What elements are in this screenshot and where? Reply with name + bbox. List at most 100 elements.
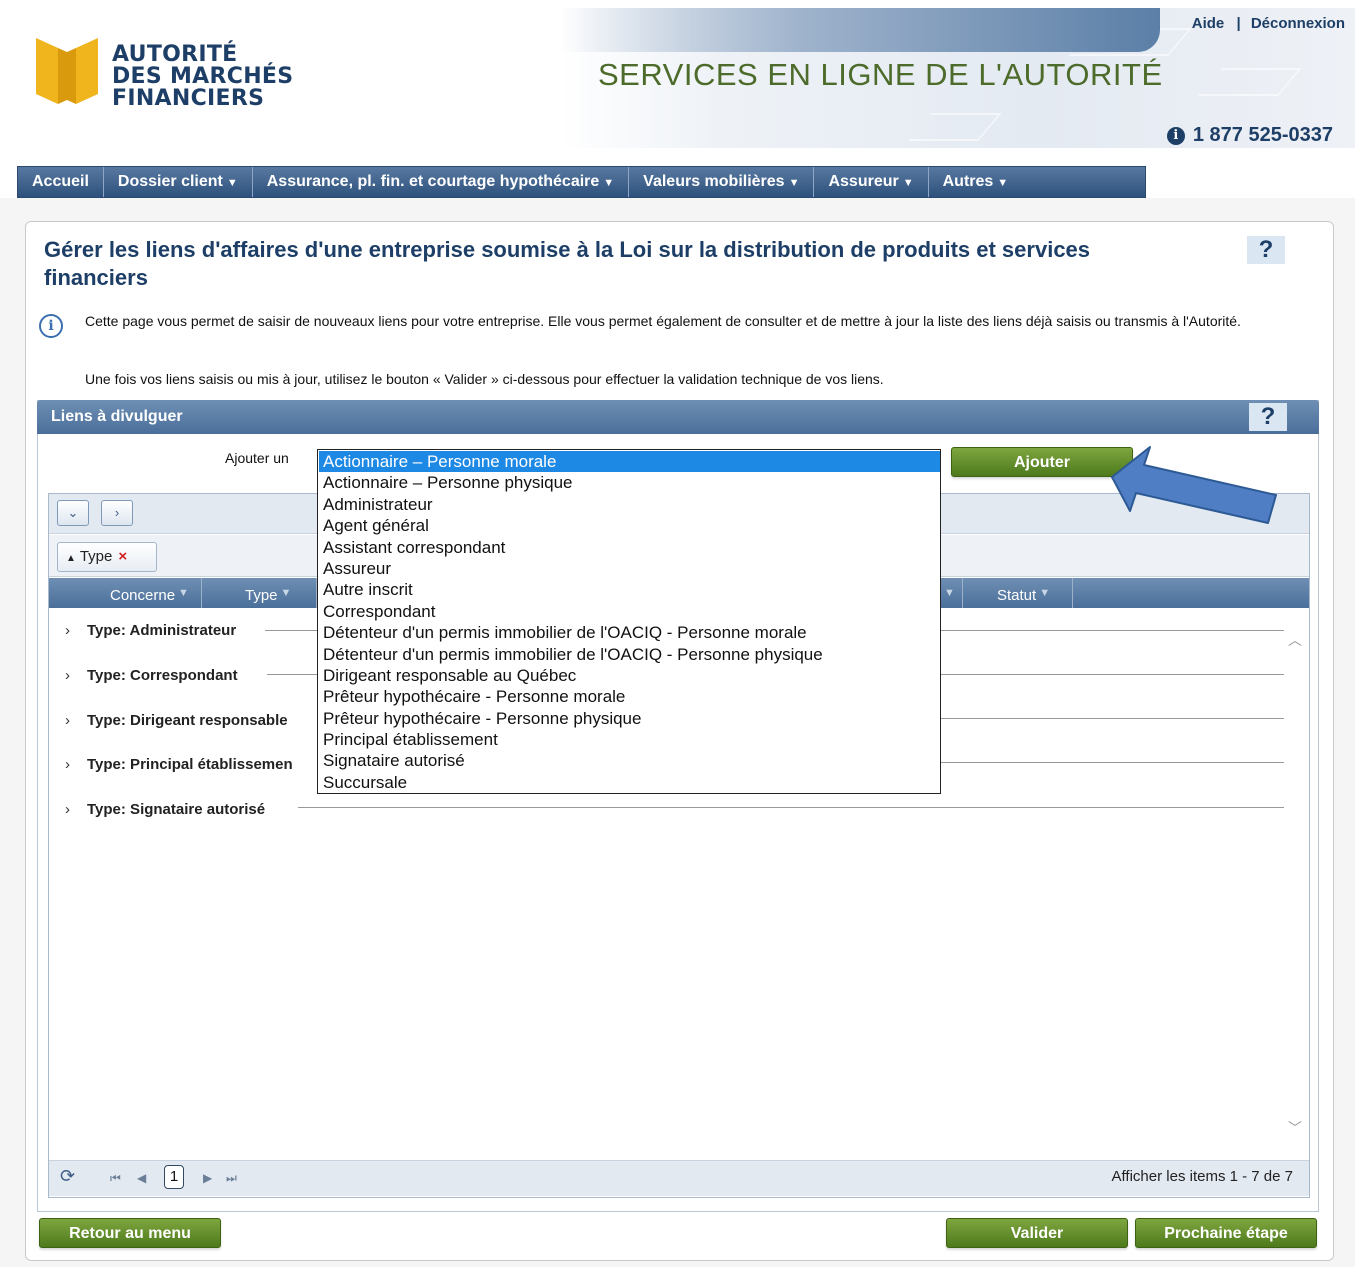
dropdown-option[interactable]: Signataire autorisé — [319, 750, 940, 771]
group-label: Type: Correspondant — [87, 667, 238, 684]
group-row[interactable]: › Type: Correspondant — [65, 667, 238, 687]
back-to-menu-button[interactable]: Retour au menu — [39, 1218, 221, 1248]
scroll-down-icon[interactable]: ﹀ — [1287, 1118, 1303, 1136]
group-row[interactable]: › Type: Administrateur — [65, 622, 236, 642]
remove-icon[interactable]: × — [118, 548, 127, 565]
group-divider — [941, 718, 1284, 719]
dropdown-option[interactable]: Prêteur hypothécaire - Personne physique — [319, 708, 940, 729]
help-link[interactable]: Aide — [1192, 15, 1225, 32]
dropdown-option[interactable]: Détenteur d'un permis immobilier de l'OA… — [319, 644, 940, 665]
chevron-down-icon: ▼ — [788, 177, 800, 189]
column-type[interactable]: Type ▼ — [202, 578, 317, 608]
group-chip-label: Type — [79, 548, 113, 565]
nav-label: Dossier client — [117, 173, 223, 190]
info-text-2: Une fois vos liens saisis ou mis à jour,… — [85, 371, 884, 387]
nav-label: Accueil — [32, 173, 89, 190]
column-label: Concerne — [110, 587, 176, 604]
page-help-button[interactable]: ? — [1247, 236, 1285, 264]
nav-others[interactable]: Autres ▼ — [929, 167, 1023, 197]
section-title: Liens à divulguer — [51, 408, 183, 425]
amf-logo-icon — [36, 38, 98, 104]
nav-securities[interactable]: Valeurs mobilières ▼ — [629, 167, 815, 197]
first-page-icon[interactable]: ⏮ — [110, 1168, 121, 1188]
refresh-icon[interactable]: ⟳ — [60, 1165, 82, 1187]
phone-text: 1 877 525-0337 — [1192, 124, 1333, 146]
group-label: Type: Administrateur — [87, 622, 237, 639]
column-label: Statut — [997, 587, 1037, 604]
info-icon: i — [39, 314, 63, 338]
chevron-down-icon: ▼ — [226, 177, 238, 189]
column-concerne[interactable]: Concerne ▼ — [94, 578, 202, 608]
main-nav: Accueil Dossier client ▼ Assurance, pl. f… — [17, 166, 1146, 198]
column-hidden[interactable]: ▼ — [941, 578, 963, 608]
column-label: Type — [245, 587, 278, 604]
scroll-up-icon[interactable]: ︿ — [1287, 630, 1303, 648]
logo-line-3: FINANCIERS — [112, 86, 265, 111]
validate-button[interactable]: Valider — [946, 1218, 1128, 1248]
group-row[interactable]: › Type: Signataire autorisé — [65, 801, 265, 821]
group-row[interactable]: › Type: Principal établissemen — [65, 756, 293, 776]
logo-text: AUTORITÉ DES MARCHÉS FINANCIERS — [112, 44, 293, 110]
annotation-arrow-icon — [1111, 446, 1277, 524]
add-type-label: Ajouter un — [225, 450, 289, 466]
site-title: SERVICES EN LIGNE DE L'AUTORITÉ — [598, 57, 1163, 92]
filter-icon[interactable]: ▼ — [281, 587, 292, 599]
expand-arrow-icon[interactable]: › — [65, 801, 87, 818]
expand-arrow-icon[interactable]: › — [65, 756, 87, 773]
dropdown-option[interactable]: Administrateur — [319, 494, 940, 515]
info-text: Cette page vous permet de saisir de nouv… — [85, 313, 1241, 329]
page-title: Gérer les liens d'affaires d'une entrepr… — [44, 237, 1091, 290]
column-statut[interactable]: Statut ▼ — [963, 578, 1073, 608]
group-divider — [941, 762, 1284, 763]
dropdown-option[interactable]: Détenteur d'un permis immobilier de l'OA… — [319, 622, 940, 643]
expand-arrow-icon[interactable]: › — [65, 712, 87, 729]
expand-all-button[interactable]: ⌄ — [57, 500, 89, 526]
dropdown-option[interactable]: Correspondant — [319, 601, 940, 622]
link-separator: | — [1236, 15, 1241, 32]
nav-label: Valeurs mobilières — [643, 173, 785, 190]
next-step-button[interactable]: Prochaine étape — [1135, 1218, 1317, 1248]
chevron-down-icon: ▼ — [603, 177, 615, 189]
filter-icon[interactable]: ▼ — [944, 587, 955, 599]
add-button[interactable]: Ajouter — [951, 447, 1133, 477]
group-row[interactable]: › Type: Dirigeant responsable — [65, 712, 288, 732]
section-header: Liens à divulguer — [37, 400, 1319, 434]
dropdown-option[interactable]: Principal établissement — [319, 729, 940, 750]
nav-label: Autres — [942, 173, 994, 190]
logout-link[interactable]: Déconnexion — [1251, 15, 1345, 32]
nav-insurer[interactable]: Assureur ▼ — [814, 167, 929, 197]
dropdown-option[interactable]: Actionnaire – Personne physique — [319, 472, 940, 493]
nav-client-file[interactable]: Dossier client ▼ — [104, 167, 253, 197]
section-help-button[interactable]: ? — [1249, 403, 1287, 431]
next-page-icon[interactable]: ▶ — [203, 1168, 212, 1188]
group-label: Type: Signataire autorisé — [87, 801, 266, 818]
type-dropdown-list[interactable]: Actionnaire – Personne morale Actionnair… — [317, 449, 941, 794]
decorative-arrow — [908, 113, 1002, 141]
dropdown-option[interactable]: Succursale — [319, 772, 940, 793]
nav-home[interactable]: Accueil — [18, 167, 104, 197]
dropdown-option[interactable]: Agent général — [319, 515, 940, 536]
expand-arrow-icon[interactable]: › — [65, 622, 87, 639]
sort-asc-icon: ▲ — [66, 553, 76, 564]
dropdown-option[interactable]: Assureur — [319, 558, 940, 579]
dropdown-option[interactable]: Prêteur hypothécaire - Personne morale — [319, 686, 940, 707]
current-page[interactable]: 1 — [164, 1165, 184, 1189]
dropdown-option[interactable]: Assistant correspondant — [319, 537, 940, 558]
dropdown-option[interactable]: Actionnaire – Personne morale — [319, 451, 940, 473]
header-band — [560, 8, 1160, 52]
group-label: Type: Dirigeant responsable — [87, 712, 288, 729]
logo-line-2: DES MARCHÉS — [112, 64, 294, 89]
dropdown-option[interactable]: Dirigeant responsable au Québec — [319, 665, 940, 686]
prev-page-icon[interactable]: ◀ — [137, 1168, 146, 1188]
header-links: Aide | Déconnexion — [1192, 15, 1345, 32]
collapse-all-button[interactable]: › — [101, 500, 133, 526]
expand-arrow-icon[interactable]: › — [65, 667, 87, 684]
filter-icon[interactable]: ▼ — [1039, 587, 1050, 599]
dropdown-option[interactable]: Autre inscrit — [319, 579, 940, 600]
filter-icon[interactable]: ▼ — [178, 587, 189, 599]
phone-number: i 1 877 525-0337 — [1166, 124, 1333, 147]
last-page-icon[interactable]: ⏭ — [226, 1168, 237, 1188]
nav-insurance[interactable]: Assurance, pl. fin. et courtage hypothéc… — [253, 167, 630, 197]
group-chip-type[interactable]: ▲ Type × — [57, 542, 157, 572]
group-label: Type: Principal établissemen — [87, 756, 293, 773]
